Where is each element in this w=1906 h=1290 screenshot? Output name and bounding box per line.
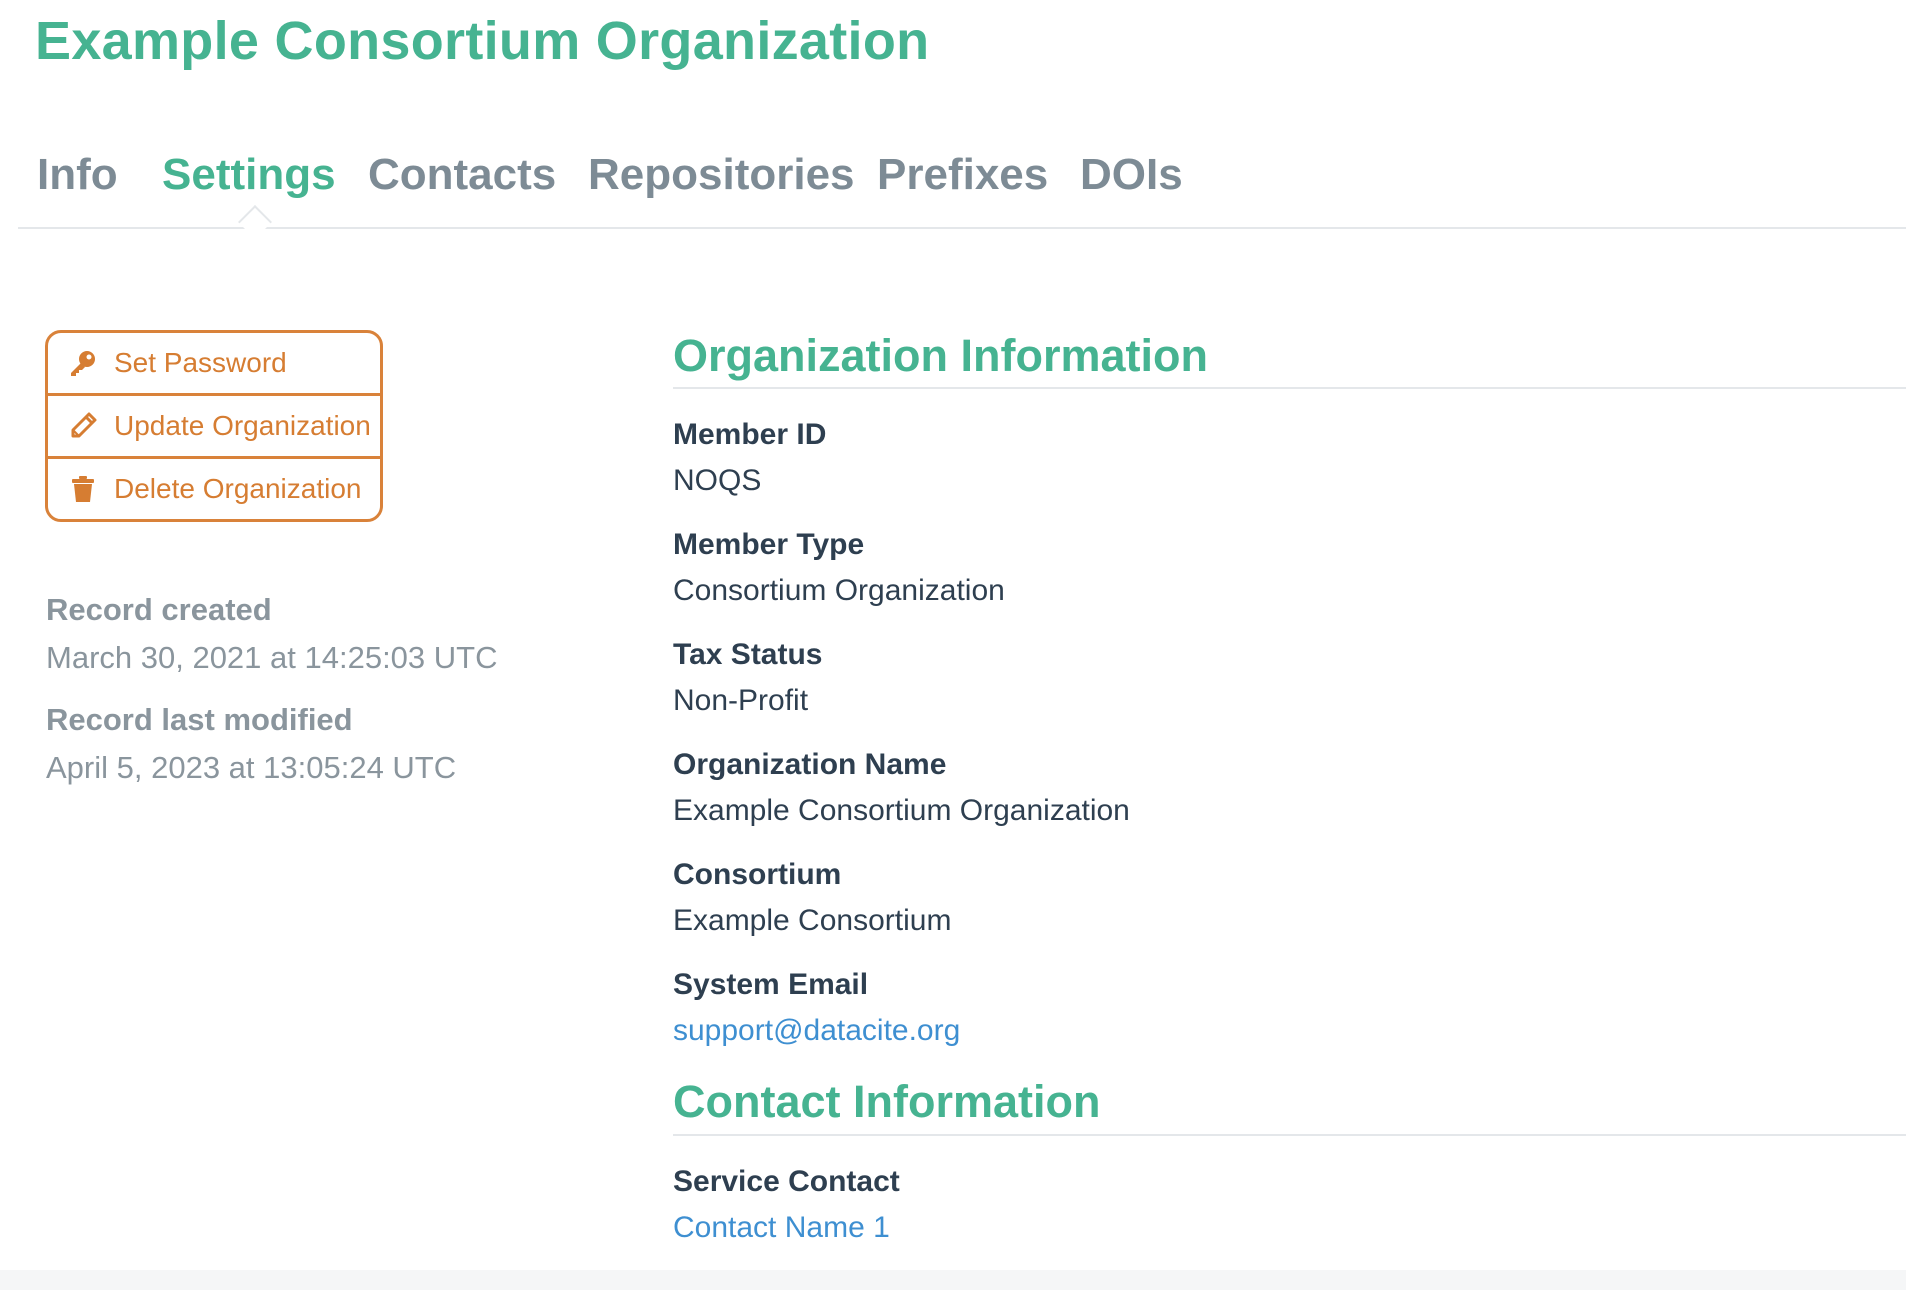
tab-repositories[interactable]: Repositories <box>588 150 855 200</box>
record-last-modified: Record last modified April 5, 2023 at 13… <box>46 702 456 786</box>
field-label: Organization Name <box>673 748 947 781</box>
field-label: Consortium <box>673 858 842 891</box>
footer-strip <box>0 1270 1906 1290</box>
tab-prefixes[interactable]: Prefixes <box>877 150 1048 200</box>
organization-name-field: Organization Name Example Consortium Org… <box>673 748 1130 828</box>
contact-information-heading: Contact Information <box>673 1076 1101 1127</box>
organization-information-heading: Organization Information <box>673 330 1208 381</box>
service-contact-field: Service Contact Contact Name 1 <box>673 1165 900 1245</box>
consortium-field: Consortium Example Consortium <box>673 858 951 938</box>
system-email-link[interactable]: support@datacite.org <box>673 1014 960 1048</box>
settings-actions-group: Set Password Update Organization Delete … <box>45 330 383 522</box>
section-divider <box>673 1134 1906 1136</box>
page-title: Example Consortium Organization <box>35 11 930 71</box>
field-label: Member ID <box>673 418 827 451</box>
delete-organization-label: Delete Organization <box>114 473 362 504</box>
system-email-field: System Email support@datacite.org <box>673 968 960 1048</box>
tab-info[interactable]: Info <box>37 150 118 200</box>
member-id-field: Member ID NOQS <box>673 418 826 498</box>
record-created-value: March 30, 2021 at 14:25:03 UTC <box>46 640 498 675</box>
record-created-label: Record created <box>46 592 272 627</box>
pencil-icon <box>66 409 100 443</box>
record-modified-value: April 5, 2023 at 13:05:24 UTC <box>46 750 457 785</box>
field-label: System Email <box>673 968 869 1001</box>
update-organization-label: Update Organization <box>114 410 371 441</box>
field-value: Example Consortium <box>673 904 952 937</box>
tax-status-field: Tax Status Non-Profit <box>673 638 823 718</box>
delete-organization-button[interactable]: Delete Organization <box>48 456 380 519</box>
record-modified-label: Record last modified <box>46 702 353 737</box>
field-value: Consortium Organization <box>673 574 1005 607</box>
update-organization-button[interactable]: Update Organization <box>48 393 380 456</box>
field-label: Service Contact <box>673 1165 900 1198</box>
field-label: Tax Status <box>673 638 823 671</box>
set-password-button[interactable]: Set Password <box>48 333 380 393</box>
service-contact-link[interactable]: Contact Name 1 <box>673 1211 900 1245</box>
key-icon <box>66 346 100 380</box>
record-created: Record created March 30, 2021 at 14:25:0… <box>46 592 497 676</box>
member-type-field: Member Type Consortium Organization <box>673 528 1005 608</box>
active-tab-indicator <box>238 205 272 239</box>
set-password-label: Set Password <box>114 347 287 378</box>
tab-settings[interactable]: Settings <box>162 150 336 200</box>
tab-dois[interactable]: DOIs <box>1080 150 1183 200</box>
field-value: Example Consortium Organization <box>673 794 1130 827</box>
tab-bar: Info Settings Contacts Repositories Pref… <box>18 140 1906 239</box>
tab-contacts[interactable]: Contacts <box>368 150 556 200</box>
section-divider <box>673 387 1906 389</box>
field-value: Non-Profit <box>673 684 809 717</box>
trash-icon <box>66 472 100 506</box>
field-label: Member Type <box>673 528 865 561</box>
field-value: NOQS <box>673 464 762 497</box>
